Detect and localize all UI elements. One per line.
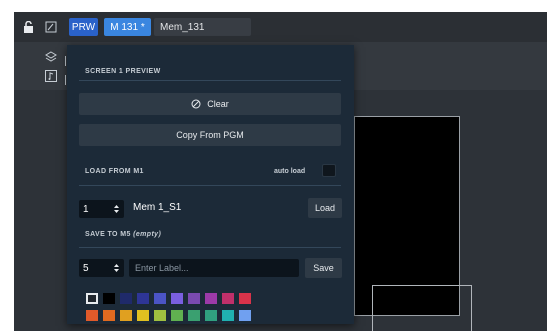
clear-icon <box>191 99 201 109</box>
color-swatch[interactable] <box>239 293 251 304</box>
label-input[interactable]: Enter Label... <box>129 259 299 277</box>
color-swatch[interactable] <box>86 293 98 304</box>
lock-icon[interactable] <box>20 18 36 36</box>
load-memory-name[interactable]: Mem 1_S1 <box>133 202 181 213</box>
color-swatch[interactable] <box>205 310 217 321</box>
color-swatch[interactable] <box>171 310 183 321</box>
stepper-arrows-icon[interactable] <box>113 262 120 274</box>
music-note-icon[interactable] <box>44 69 58 83</box>
divider <box>79 185 341 186</box>
load-button[interactable]: Load <box>308 198 342 218</box>
color-swatch[interactable] <box>154 293 166 304</box>
memory-tag-button[interactable]: M 131 * <box>104 18 151 36</box>
save-section-title: SAVE TO M5 (empty) <box>85 231 161 238</box>
color-swatch[interactable] <box>222 293 234 304</box>
load-number-value: 1 <box>83 203 89 215</box>
divider <box>79 247 341 248</box>
save-number-stepper[interactable]: 5 <box>79 259 124 277</box>
auto-load-label: auto load <box>274 168 306 175</box>
clear-button[interactable]: Clear <box>79 93 341 115</box>
edit-icon[interactable] <box>43 18 59 36</box>
color-swatch[interactable] <box>137 310 149 321</box>
preview-panel: SCREEN 1 PREVIEW Clear Copy From PGM LOA… <box>67 45 354 324</box>
save-status: (empty) <box>133 231 162 238</box>
clear-label: Clear <box>207 99 229 109</box>
color-swatch[interactable] <box>239 310 251 321</box>
color-swatch[interactable] <box>103 310 115 321</box>
preview-section-title: SCREEN 1 PREVIEW <box>85 68 161 75</box>
color-swatch[interactable] <box>120 310 132 321</box>
app-window: PRW M 131 * Mem_131 SCREEN 1 PREVIEW Cle… <box>14 12 547 331</box>
color-swatch[interactable] <box>171 293 183 304</box>
color-swatch[interactable] <box>188 293 200 304</box>
color-swatch[interactable] <box>86 310 98 321</box>
color-swatch[interactable] <box>154 310 166 321</box>
load-section-title: LOAD FROM M1 <box>85 168 144 175</box>
prw-button[interactable]: PRW <box>69 18 98 36</box>
color-swatch[interactable] <box>188 310 200 321</box>
color-swatch[interactable] <box>137 293 149 304</box>
copy-from-pgm-button[interactable]: Copy From PGM <box>79 124 341 146</box>
save-number-value: 5 <box>83 262 89 274</box>
color-swatch[interactable] <box>205 293 217 304</box>
divider <box>79 80 341 81</box>
color-swatch[interactable] <box>103 293 115 304</box>
stepper-arrows-icon[interactable] <box>113 203 120 215</box>
auto-load-toggle[interactable] <box>322 164 336 177</box>
color-swatch[interactable] <box>222 310 234 321</box>
save-section-label: SAVE TO M5 <box>85 231 131 238</box>
layer-outline <box>372 285 472 331</box>
memory-name-field[interactable]: Mem_131 <box>154 18 251 36</box>
color-swatch[interactable] <box>120 293 132 304</box>
load-number-stepper[interactable]: 1 <box>79 200 124 218</box>
layers-icon[interactable] <box>44 50 58 64</box>
save-button[interactable]: Save <box>305 258 342 278</box>
top-toolbar: PRW M 131 * Mem_131 <box>14 12 547 42</box>
